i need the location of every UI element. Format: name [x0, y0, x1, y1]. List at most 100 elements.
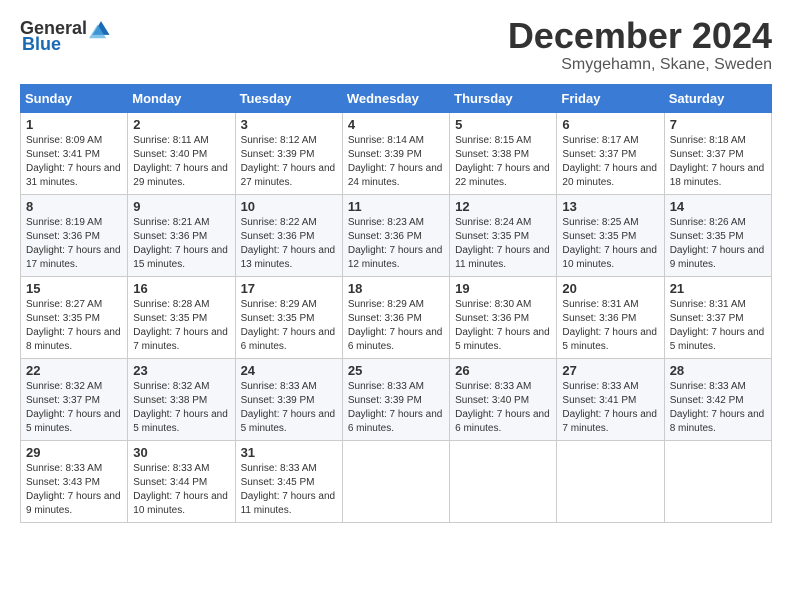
day-number: 31 [241, 445, 337, 460]
header-friday: Friday [557, 84, 664, 112]
day-info: Sunrise: 8:25 AMSunset: 3:35 PMDaylight:… [562, 216, 658, 272]
calendar-cell: 8 Sunrise: 8:19 AMSunset: 3:36 PMDaylight… [21, 194, 128, 276]
calendar-cell: 12 Sunrise: 8:24 AMSunset: 3:35 PMDayligh… [450, 194, 557, 276]
day-info: Sunrise: 8:28 AMSunset: 3:35 PMDaylight:… [133, 298, 229, 354]
day-number: 28 [670, 363, 766, 378]
day-info: Sunrise: 8:24 AMSunset: 3:35 PMDaylight:… [455, 216, 551, 272]
day-number: 18 [348, 281, 444, 296]
calendar-cell: 1 Sunrise: 8:09 AMSunset: 3:41 PMDaylight… [21, 112, 128, 194]
day-number: 12 [455, 199, 551, 214]
day-number: 24 [241, 363, 337, 378]
day-info: Sunrise: 8:33 AMSunset: 3:40 PMDaylight:… [455, 380, 551, 436]
day-info: Sunrise: 8:09 AMSunset: 3:41 PMDaylight:… [26, 134, 122, 190]
day-number: 29 [26, 445, 122, 460]
day-number: 2 [133, 117, 229, 132]
week-row-4: 22 Sunrise: 8:32 AMSunset: 3:37 PMDayligh… [21, 358, 772, 440]
day-number: 8 [26, 199, 122, 214]
day-info: Sunrise: 8:26 AMSunset: 3:35 PMDaylight:… [670, 216, 766, 272]
calendar-cell: 14Sunrise: 8:26 AMSunset: 3:35 PMDayligh… [664, 194, 771, 276]
calendar-cell: 24 Sunrise: 8:33 AMSunset: 3:39 PMDayligh… [235, 358, 342, 440]
day-number: 11 [348, 199, 444, 214]
calendar-cell: 9 Sunrise: 8:21 AMSunset: 3:36 PMDaylight… [128, 194, 235, 276]
day-number: 3 [241, 117, 337, 132]
day-info: Sunrise: 8:15 AMSunset: 3:38 PMDaylight:… [455, 134, 551, 190]
calendar-cell: 30Sunrise: 8:33 AMSunset: 3:44 PMDayligh… [128, 440, 235, 522]
day-info: Sunrise: 8:33 AMSunset: 3:41 PMDaylight:… [562, 380, 658, 436]
week-row-2: 8 Sunrise: 8:19 AMSunset: 3:36 PMDaylight… [21, 194, 772, 276]
day-number: 26 [455, 363, 551, 378]
day-info: Sunrise: 8:11 AMSunset: 3:40 PMDaylight:… [133, 134, 229, 190]
day-info: Sunrise: 8:33 AMSunset: 3:45 PMDaylight:… [241, 462, 337, 518]
calendar-cell: 17Sunrise: 8:29 AMSunset: 3:35 PMDayligh… [235, 276, 342, 358]
day-info: Sunrise: 8:21 AMSunset: 3:36 PMDaylight:… [133, 216, 229, 272]
header-thursday: Thursday [450, 84, 557, 112]
day-info: Sunrise: 8:19 AMSunset: 3:36 PMDaylight:… [26, 216, 122, 272]
calendar-cell: 5 Sunrise: 8:15 AMSunset: 3:38 PMDaylight… [450, 112, 557, 194]
calendar-cell: 11Sunrise: 8:23 AMSunset: 3:36 PMDayligh… [342, 194, 449, 276]
header-saturday: Saturday [664, 84, 771, 112]
day-info: Sunrise: 8:33 AMSunset: 3:43 PMDaylight:… [26, 462, 122, 518]
header-wednesday: Wednesday [342, 84, 449, 112]
day-number: 27 [562, 363, 658, 378]
calendar-cell: 31 Sunrise: 8:33 AMSunset: 3:45 PMDayligh… [235, 440, 342, 522]
title-area: December 2024 Smygehamn, Skane, Sweden [508, 16, 772, 74]
day-info: Sunrise: 8:33 AMSunset: 3:39 PMDaylight:… [241, 380, 337, 436]
calendar-cell: 2 Sunrise: 8:11 AMSunset: 3:40 PMDaylight… [128, 112, 235, 194]
calendar-cell: 7Sunrise: 8:18 AMSunset: 3:37 PMDaylight… [664, 112, 771, 194]
day-info: Sunrise: 8:27 AMSunset: 3:35 PMDaylight:… [26, 298, 122, 354]
month-title: December 2024 [508, 16, 772, 56]
day-number: 20 [562, 281, 658, 296]
calendar-cell: 26 Sunrise: 8:33 AMSunset: 3:40 PMDayligh… [450, 358, 557, 440]
day-info: Sunrise: 8:33 AMSunset: 3:39 PMDaylight:… [348, 380, 444, 436]
calendar-cell: 27 Sunrise: 8:33 AMSunset: 3:41 PMDayligh… [557, 358, 664, 440]
header-monday: Monday [128, 84, 235, 112]
day-info: Sunrise: 8:14 AMSunset: 3:39 PMDaylight:… [348, 134, 444, 190]
day-number: 1 [26, 117, 122, 132]
day-number: 30 [133, 445, 229, 460]
day-info: Sunrise: 8:17 AMSunset: 3:37 PMDaylight:… [562, 134, 658, 190]
calendar-cell: 15Sunrise: 8:27 AMSunset: 3:35 PMDayligh… [21, 276, 128, 358]
calendar-cell: 13 Sunrise: 8:25 AMSunset: 3:35 PMDayligh… [557, 194, 664, 276]
header-row: SundayMondayTuesdayWednesdayThursdayFrid… [21, 84, 772, 112]
calendar-cell: 21 Sunrise: 8:31 AMSunset: 3:37 PMDayligh… [664, 276, 771, 358]
logo-blue-text: Blue [22, 34, 61, 55]
day-info: Sunrise: 8:31 AMSunset: 3:36 PMDaylight:… [562, 298, 658, 354]
logo-icon [89, 16, 113, 40]
location-title: Smygehamn, Skane, Sweden [508, 56, 772, 74]
calendar-cell: 16 Sunrise: 8:28 AMSunset: 3:35 PMDayligh… [128, 276, 235, 358]
calendar-cell: 3 Sunrise: 8:12 AMSunset: 3:39 PMDaylight… [235, 112, 342, 194]
calendar-cell: 22 Sunrise: 8:32 AMSunset: 3:37 PMDayligh… [21, 358, 128, 440]
day-number: 9 [133, 199, 229, 214]
calendar-cell [342, 440, 449, 522]
calendar-cell [450, 440, 557, 522]
day-info: Sunrise: 8:18 AMSunset: 3:37 PMDaylight:… [670, 134, 766, 190]
day-number: 13 [562, 199, 658, 214]
day-number: 5 [455, 117, 551, 132]
calendar-cell: 6Sunrise: 8:17 AMSunset: 3:37 PMDaylight… [557, 112, 664, 194]
day-info: Sunrise: 8:31 AMSunset: 3:37 PMDaylight:… [670, 298, 766, 354]
day-info: Sunrise: 8:29 AMSunset: 3:35 PMDaylight:… [241, 298, 337, 354]
day-number: 23 [133, 363, 229, 378]
day-info: Sunrise: 8:33 AMSunset: 3:42 PMDaylight:… [670, 380, 766, 436]
calendar-cell: 23 Sunrise: 8:32 AMSunset: 3:38 PMDayligh… [128, 358, 235, 440]
day-number: 21 [670, 281, 766, 296]
calendar-cell [557, 440, 664, 522]
day-number: 4 [348, 117, 444, 132]
header-tuesday: Tuesday [235, 84, 342, 112]
day-info: Sunrise: 8:32 AMSunset: 3:38 PMDaylight:… [133, 380, 229, 436]
day-info: Sunrise: 8:32 AMSunset: 3:37 PMDaylight:… [26, 380, 122, 436]
calendar-cell: 25Sunrise: 8:33 AMSunset: 3:39 PMDayligh… [342, 358, 449, 440]
calendar-cell: 29 Sunrise: 8:33 AMSunset: 3:43 PMDayligh… [21, 440, 128, 522]
week-row-3: 15Sunrise: 8:27 AMSunset: 3:35 PMDayligh… [21, 276, 772, 358]
day-number: 16 [133, 281, 229, 296]
calendar-cell: 20 Sunrise: 8:31 AMSunset: 3:36 PMDayligh… [557, 276, 664, 358]
day-number: 10 [241, 199, 337, 214]
header-sunday: Sunday [21, 84, 128, 112]
calendar-cell: 19Sunrise: 8:30 AMSunset: 3:36 PMDayligh… [450, 276, 557, 358]
calendar-table: SundayMondayTuesdayWednesdayThursdayFrid… [20, 84, 772, 523]
day-info: Sunrise: 8:12 AMSunset: 3:39 PMDaylight:… [241, 134, 337, 190]
day-number: 22 [26, 363, 122, 378]
calendar-cell: 28 Sunrise: 8:33 AMSunset: 3:42 PMDayligh… [664, 358, 771, 440]
calendar-cell: 4 Sunrise: 8:14 AMSunset: 3:39 PMDaylight… [342, 112, 449, 194]
day-number: 19 [455, 281, 551, 296]
